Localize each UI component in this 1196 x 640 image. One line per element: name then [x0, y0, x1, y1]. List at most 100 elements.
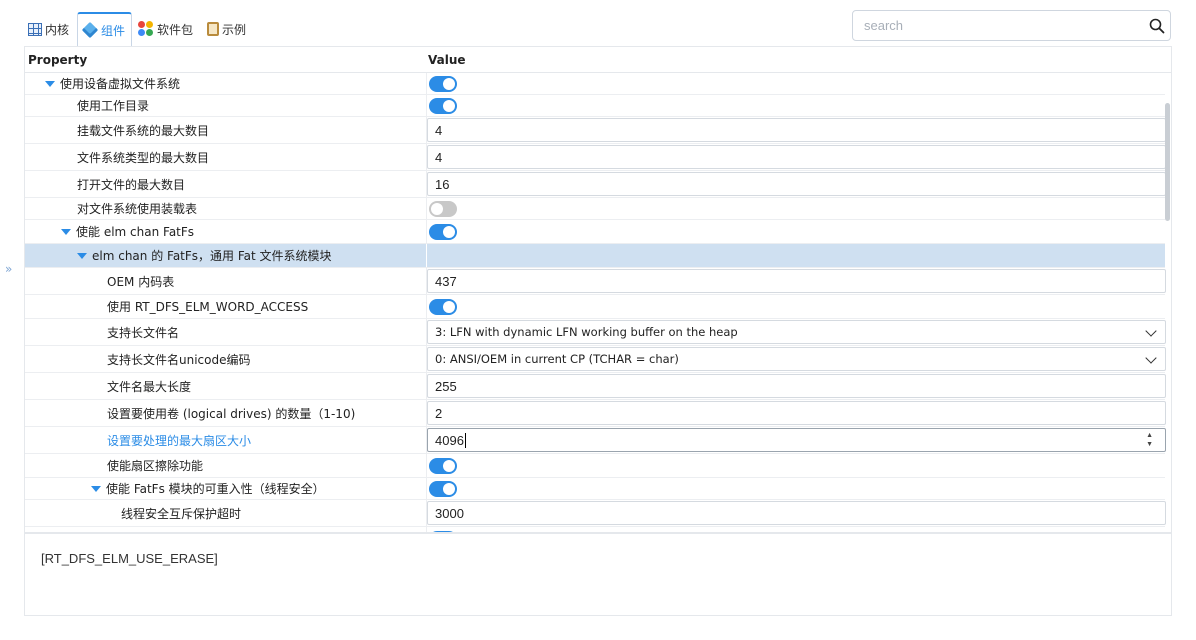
property-label: 使能扇区擦除功能	[107, 459, 204, 473]
property-row[interactable]: 挂载文件系统的最大数目 4	[25, 117, 1166, 144]
property-name: 打开文件的最大数目	[77, 171, 185, 197]
chevron-down-icon[interactable]	[1145, 352, 1157, 364]
tab-components[interactable]: 组件	[77, 12, 133, 46]
property-row[interactable]: 使用工作目录	[25, 95, 1165, 117]
spinner-arrows-icon[interactable]: ▲ ▼	[1146, 431, 1153, 449]
property-row[interactable]: elm chan 的 FatFs，通用 Fat 文件系统模块	[25, 244, 1165, 268]
chevron-down-icon[interactable]	[1145, 325, 1157, 337]
property-row[interactable]: OEM 内码表 437	[25, 268, 1166, 295]
property-value-cell	[426, 454, 1166, 477]
search-box	[852, 10, 1171, 41]
property-label: 打开文件的最大数目	[77, 177, 186, 192]
property-label: 挂载文件系统的最大数目	[77, 123, 210, 138]
expand-triangle-icon[interactable]	[91, 485, 101, 492]
tab-packages[interactable]: 软件包	[134, 12, 199, 46]
toggle-switch[interactable]	[429, 223, 457, 240]
property-name: 使能 elm chan FatFs	[61, 220, 194, 243]
component-tabs: 内核 组件 软件包 示例	[24, 10, 254, 46]
text-input[interactable]: 255	[427, 374, 1166, 398]
property-row[interactable]: 使用 RT_DFS_ELM_WORD_ACCESS	[25, 295, 1165, 319]
property-label: 使能 FatFs 模块的可重入性（线程安全）	[106, 482, 325, 496]
property-name: 文件名最大长度	[107, 373, 191, 399]
grid-header: Property Value	[25, 47, 1171, 73]
property-name: 支持长文件名unicode编码	[107, 346, 251, 372]
property-label: 使用设备虚拟文件系统	[60, 77, 181, 91]
input-value: 3: LFN with dynamic LFN working buffer o…	[435, 325, 738, 339]
toggle-switch[interactable]	[429, 298, 457, 315]
property-row[interactable]: 支持长文件名 3: LFN with dynamic LFN working bu…	[25, 319, 1166, 346]
tab-kernel[interactable]: 内核	[24, 12, 75, 46]
property-label: 使能 elm chan FatFs	[76, 225, 195, 239]
property-row[interactable]: 对文件系统使用装载表	[25, 198, 1165, 220]
property-value-cell	[426, 244, 1166, 267]
text-input[interactable]: 2	[427, 401, 1166, 425]
text-input[interactable]: 4	[427, 145, 1166, 169]
table-icon	[28, 22, 42, 36]
property-value-cell: 3000	[426, 500, 1166, 526]
text-input[interactable]: 16	[427, 172, 1166, 196]
property-row[interactable]: 线程安全互斥保护超时 3000	[25, 500, 1166, 527]
property-label: 使用 RT_DFS_ELM_WORD_ACCESS	[107, 300, 309, 314]
input-value: 3000	[435, 505, 464, 521]
number-input[interactable]: 4096 ▲ ▼	[427, 428, 1166, 452]
property-row[interactable]: 支持长文件名unicode编码 0: ANSI/OEM in current CP…	[25, 346, 1166, 373]
property-value-cell	[426, 295, 1166, 318]
property-row[interactable]: 设置要使用卷 (logical drives) 的数量（1-10) 2	[25, 400, 1166, 427]
search-input[interactable]	[853, 11, 1144, 40]
text-caret	[464, 432, 466, 448]
property-label: 支持长文件名	[107, 325, 180, 340]
property-row[interactable]: 打开文件的最大数目 16	[25, 171, 1166, 198]
expand-triangle-icon[interactable]	[77, 252, 87, 259]
property-name: 文件系统类型的最大数目	[77, 144, 209, 170]
property-value-cell: 4	[426, 117, 1166, 143]
property-value-cell: 0: ANSI/OEM in current CP (TCHAR = char)	[426, 346, 1166, 372]
property-label: OEM 内码表	[107, 274, 175, 289]
select-dropdown[interactable]: 3: LFN with dynamic LFN working buffer o…	[427, 320, 1166, 344]
property-label: 对文件系统使用装载表	[77, 202, 198, 216]
toggle-switch[interactable]	[429, 200, 457, 217]
property-row[interactable]: 使能 FatFs 模块的可重入性（线程安全）	[25, 478, 1165, 500]
property-row[interactable]: 使用设备虚拟文件系统	[25, 73, 1165, 95]
toggle-switch[interactable]	[429, 97, 457, 114]
property-row[interactable]: 设置要处理的最大扇区大小 4096 ▲ ▼	[25, 427, 1166, 454]
property-value-cell	[426, 73, 1166, 94]
property-name: 使用 RT_DFS_ELM_WORD_ACCESS	[107, 295, 308, 318]
text-input[interactable]: 437	[427, 269, 1166, 293]
input-value: 0: ANSI/OEM in current CP (TCHAR = char)	[435, 352, 679, 366]
toggle-switch[interactable]	[429, 457, 457, 474]
property-grid: Property Value 使用设备虚拟文件系统使用工作目录挂载文件系统的最大…	[24, 46, 1172, 533]
property-name: 支持长文件名	[107, 319, 179, 345]
expand-triangle-icon[interactable]	[45, 80, 55, 87]
description-text: [RT_DFS_ELM_USE_ERASE]	[41, 551, 218, 566]
property-value-cell: 255	[426, 373, 1166, 399]
toggle-switch[interactable]	[429, 480, 457, 497]
property-row[interactable]: 使能 elm chan FatFs	[25, 220, 1165, 244]
vertical-scrollbar[interactable]	[1165, 103, 1170, 221]
input-value: 4	[435, 122, 443, 138]
property-rows: 使用设备虚拟文件系统使用工作目录挂载文件系统的最大数目 4 文件系统类型的最大数目 4…	[25, 73, 1166, 532]
property-value-cell: 4096 ▲ ▼	[426, 427, 1166, 453]
property-name: 挂载文件系统的最大数目	[77, 117, 209, 143]
property-value-cell	[426, 478, 1166, 499]
property-row[interactable]: 文件系统类型的最大数目 4	[25, 144, 1166, 171]
input-value: 2	[435, 405, 443, 421]
description-panel: [RT_DFS_ELM_USE_ERASE]	[24, 533, 1172, 616]
expand-panel-icon[interactable]: »	[5, 262, 12, 276]
cube-icon	[81, 21, 99, 39]
property-label: 使用工作目录	[77, 99, 150, 113]
tab-examples[interactable]: 示例	[201, 12, 252, 46]
select-dropdown[interactable]: 0: ANSI/OEM in current CP (TCHAR = char)	[427, 347, 1166, 371]
expand-triangle-icon[interactable]	[61, 228, 71, 235]
search-icon[interactable]	[1144, 12, 1170, 40]
property-column-header: Property	[28, 53, 88, 67]
toggle-switch[interactable]	[429, 75, 457, 92]
property-label: 设置要处理的最大扇区大小	[107, 433, 252, 448]
input-value: 255	[435, 378, 457, 394]
tab-kernel-label: 内核	[45, 22, 70, 37]
clipboard-icon	[207, 22, 220, 36]
text-input[interactable]: 3000	[427, 501, 1166, 525]
property-value-cell: 3: LFN with dynamic LFN working buffer o…	[426, 319, 1166, 345]
text-input[interactable]: 4	[427, 118, 1166, 142]
property-row[interactable]: 使能扇区擦除功能	[25, 454, 1165, 478]
property-row[interactable]: 文件名最大长度 255	[25, 373, 1166, 400]
